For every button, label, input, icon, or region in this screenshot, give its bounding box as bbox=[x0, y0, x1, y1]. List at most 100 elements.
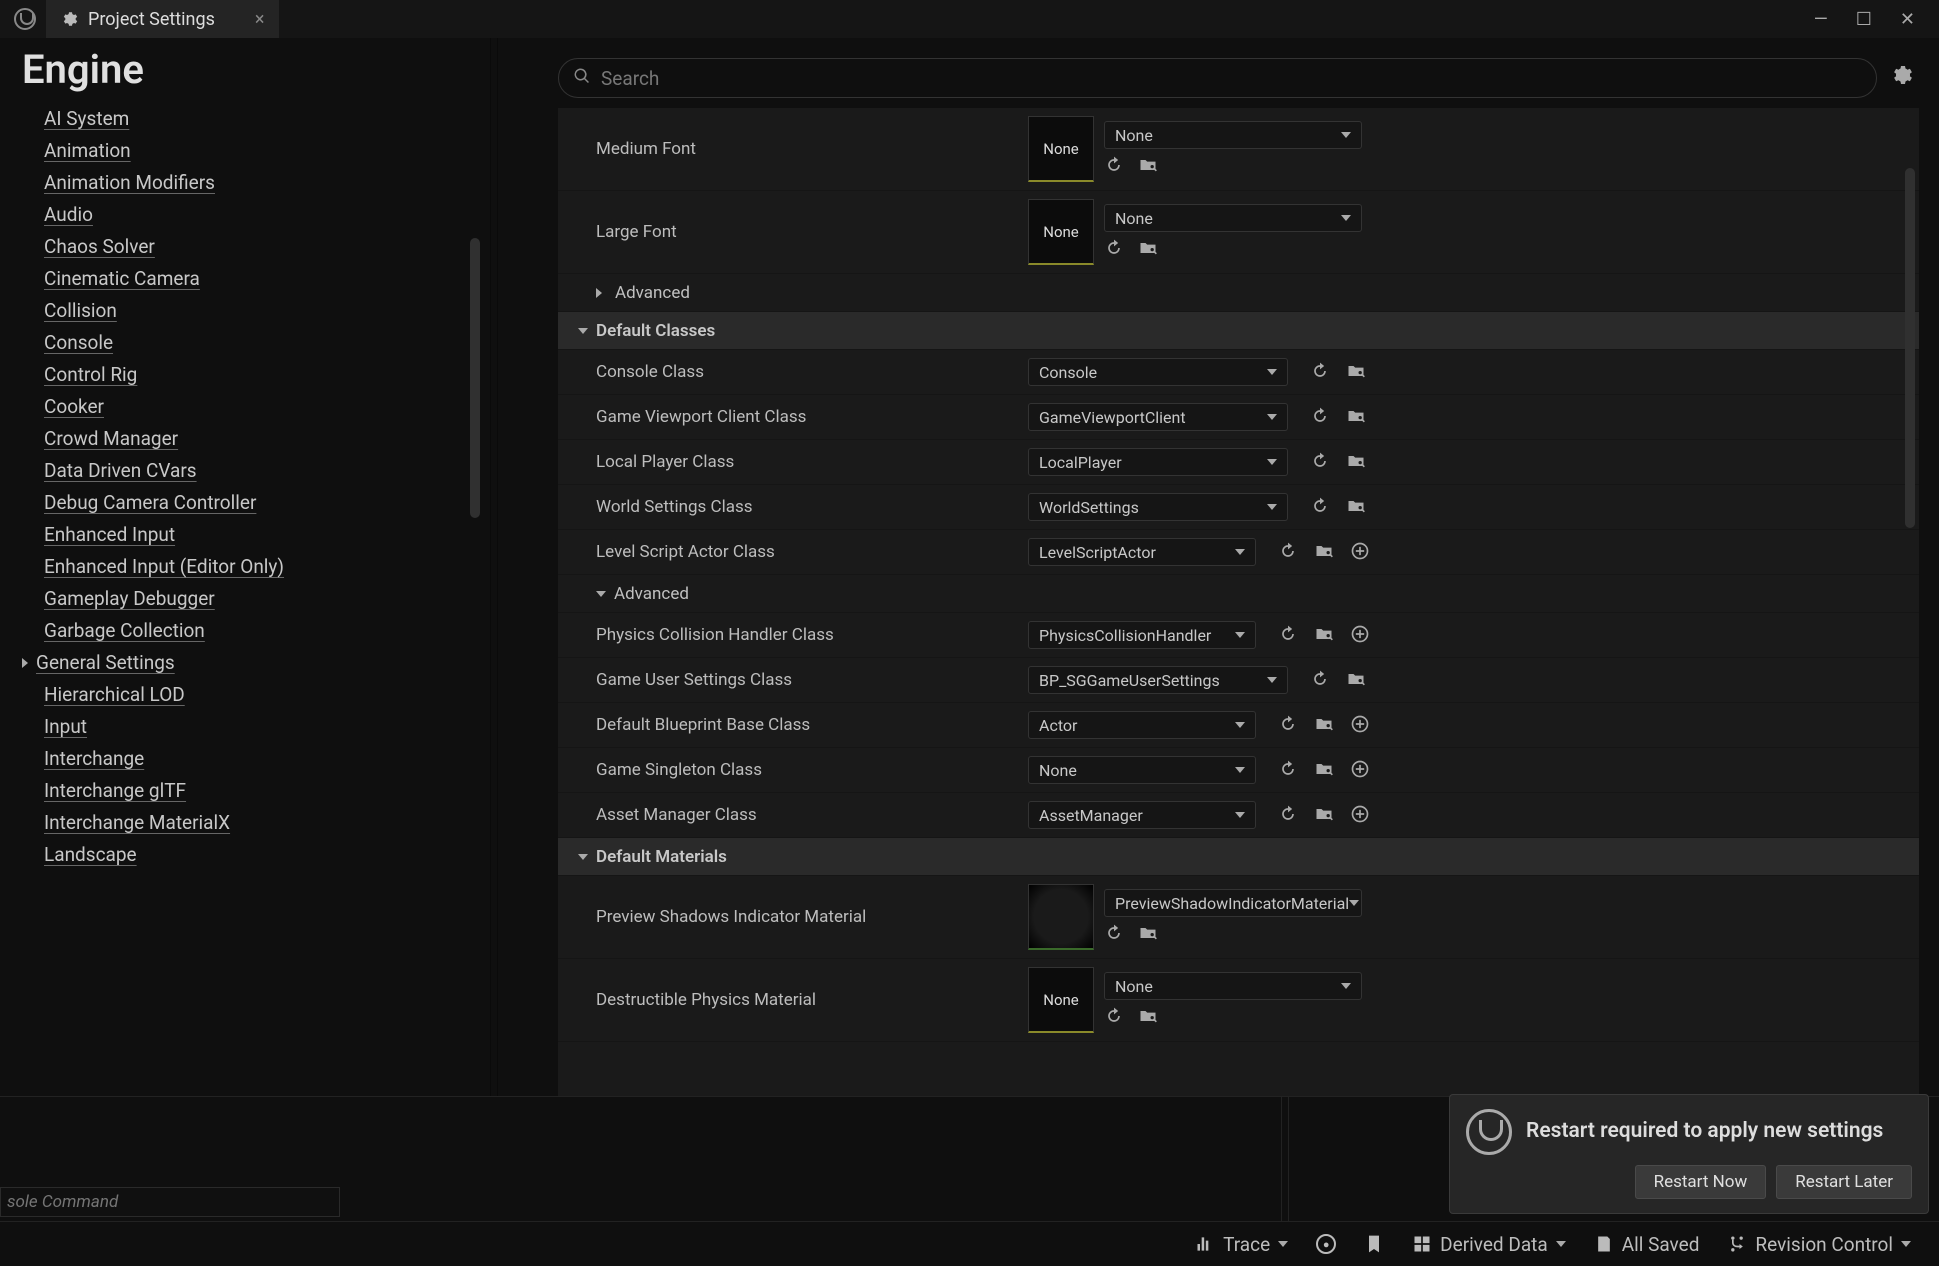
restart-later-button[interactable]: Restart Later bbox=[1776, 1165, 1912, 1199]
sidebar-item[interactable]: Interchange bbox=[44, 747, 490, 770]
browse-icon[interactable] bbox=[1346, 669, 1368, 691]
sidebar-item[interactable]: Audio bbox=[44, 203, 490, 226]
browse-icon[interactable] bbox=[1346, 361, 1368, 383]
class-dropdown[interactable]: WorldSettings bbox=[1028, 493, 1288, 521]
reset-icon[interactable] bbox=[1310, 451, 1332, 473]
panel-scrollbar[interactable] bbox=[1905, 168, 1915, 528]
sidebar-item[interactable]: Debug Camera Controller bbox=[44, 491, 490, 514]
sidebar-item[interactable]: General Settings bbox=[44, 651, 490, 674]
asset-thumbnail[interactable]: None bbox=[1028, 967, 1094, 1033]
console-command-input[interactable] bbox=[0, 1187, 340, 1217]
sidebar-item[interactable]: Input bbox=[44, 715, 490, 738]
sidebar-item[interactable]: Enhanced Input bbox=[44, 523, 490, 546]
sidebar-item[interactable]: Interchange MaterialX bbox=[44, 811, 490, 834]
add-icon[interactable] bbox=[1350, 714, 1372, 736]
section-default-materials[interactable]: Default Materials bbox=[558, 838, 1919, 876]
reset-icon[interactable] bbox=[1104, 238, 1126, 260]
sidebar-item[interactable]: Interchange glTF bbox=[44, 779, 490, 802]
class-dropdown[interactable]: LocalPlayer bbox=[1028, 448, 1288, 476]
add-icon[interactable] bbox=[1350, 541, 1372, 563]
sidebar-item[interactable]: Control Rig bbox=[44, 363, 490, 386]
search-box[interactable] bbox=[558, 58, 1877, 98]
browse-icon[interactable] bbox=[1138, 923, 1160, 945]
browse-icon[interactable] bbox=[1138, 238, 1160, 260]
browse-icon[interactable] bbox=[1346, 451, 1368, 473]
sidebar-item[interactable]: Chaos Solver bbox=[44, 235, 490, 258]
asset-thumbnail[interactable]: None bbox=[1028, 199, 1094, 265]
class-dropdown[interactable]: GameViewportClient bbox=[1028, 403, 1288, 431]
browse-icon[interactable] bbox=[1138, 155, 1160, 177]
add-icon[interactable] bbox=[1350, 624, 1372, 646]
sidebar-item[interactable]: Garbage Collection bbox=[44, 619, 490, 642]
browse-icon[interactable] bbox=[1346, 406, 1368, 428]
sidebar-item[interactable]: AI System bbox=[44, 107, 490, 130]
reset-icon[interactable] bbox=[1104, 1006, 1126, 1028]
revision-control-button[interactable]: Revision Control bbox=[1727, 1233, 1911, 1256]
browse-icon[interactable] bbox=[1314, 541, 1336, 563]
class-dropdown[interactable]: LevelScriptActor bbox=[1028, 538, 1256, 566]
sidebar-item[interactable]: Cooker bbox=[44, 395, 490, 418]
class-dropdown[interactable]: None bbox=[1028, 756, 1256, 784]
reset-icon[interactable] bbox=[1104, 155, 1126, 177]
asset-dropdown[interactable]: None bbox=[1104, 204, 1362, 232]
sidebar-item[interactable]: Data Driven CVars bbox=[44, 459, 490, 482]
trace-button[interactable]: Trace bbox=[1195, 1233, 1288, 1256]
reset-icon[interactable] bbox=[1310, 406, 1332, 428]
sidebar-item[interactable]: Animation Modifiers bbox=[44, 171, 490, 194]
reset-icon[interactable] bbox=[1278, 624, 1300, 646]
asset-dropdown[interactable]: None bbox=[1104, 121, 1362, 149]
asset-dropdown[interactable]: None bbox=[1104, 972, 1362, 1000]
sidebar-item[interactable]: Cinematic Camera bbox=[44, 267, 490, 290]
browse-icon[interactable] bbox=[1346, 496, 1368, 518]
derived-data-button[interactable]: Derived Data bbox=[1412, 1233, 1566, 1256]
browse-icon[interactable] bbox=[1138, 1006, 1160, 1028]
asset-thumbnail[interactable]: None bbox=[1028, 116, 1094, 182]
browse-icon[interactable] bbox=[1314, 759, 1336, 781]
sidebar-item[interactable]: Animation bbox=[44, 139, 490, 162]
sidebar-item[interactable]: Enhanced Input (Editor Only) bbox=[44, 555, 490, 578]
search-input[interactable] bbox=[601, 67, 1862, 90]
asset-dropdown[interactable]: PreviewShadowIndicatorMaterial bbox=[1104, 889, 1362, 917]
tab-project-settings[interactable]: Project Settings × bbox=[46, 0, 279, 38]
sidebar-item[interactable]: Console bbox=[44, 331, 490, 354]
sidebar-item[interactable]: Crowd Manager bbox=[44, 427, 490, 450]
advanced-toggle[interactable]: Advanced bbox=[558, 274, 1919, 312]
class-dropdown[interactable]: PhysicsCollisionHandler bbox=[1028, 621, 1256, 649]
restart-now-button[interactable]: Restart Now bbox=[1635, 1165, 1767, 1199]
class-dropdown[interactable]: BP_SGGameUserSettings bbox=[1028, 666, 1288, 694]
class-dropdown[interactable]: Console bbox=[1028, 358, 1288, 386]
sidebar-item[interactable]: Landscape bbox=[44, 843, 490, 866]
reset-icon[interactable] bbox=[1310, 669, 1332, 691]
asset-thumbnail[interactable] bbox=[1028, 884, 1094, 950]
class-dropdown[interactable]: Actor bbox=[1028, 711, 1256, 739]
browse-icon[interactable] bbox=[1314, 714, 1336, 736]
all-saved-button[interactable]: All Saved bbox=[1594, 1233, 1700, 1256]
sidebar-scrollbar[interactable] bbox=[470, 238, 480, 518]
reset-icon[interactable] bbox=[1278, 759, 1300, 781]
reset-icon[interactable] bbox=[1310, 361, 1332, 383]
close-icon[interactable]: × bbox=[255, 9, 265, 30]
section-default-classes[interactable]: Default Classes bbox=[558, 312, 1919, 350]
maximize-button[interactable]: ☐ bbox=[1856, 9, 1872, 30]
reset-icon[interactable] bbox=[1278, 541, 1300, 563]
browse-icon[interactable] bbox=[1314, 624, 1336, 646]
add-icon[interactable] bbox=[1350, 804, 1372, 826]
class-dropdown[interactable]: AssetManager bbox=[1028, 801, 1256, 829]
reset-icon[interactable] bbox=[1104, 923, 1126, 945]
sidebar-item[interactable]: Hierarchical LOD bbox=[44, 683, 490, 706]
add-icon[interactable] bbox=[1350, 759, 1372, 781]
sidebar-item[interactable]: Gameplay Debugger bbox=[44, 587, 490, 610]
reset-icon[interactable] bbox=[1310, 496, 1332, 518]
reset-icon[interactable] bbox=[1278, 714, 1300, 736]
bookmark-button[interactable] bbox=[1364, 1234, 1384, 1254]
bottom-splitter[interactable] bbox=[1281, 1097, 1289, 1221]
record-icon[interactable]: ● bbox=[1316, 1234, 1336, 1254]
sidebar-item[interactable]: Collision bbox=[44, 299, 490, 322]
settings-gear-button[interactable] bbox=[1889, 63, 1919, 93]
browse-icon[interactable] bbox=[1314, 804, 1336, 826]
advanced-toggle[interactable]: Advanced bbox=[558, 575, 1919, 613]
close-button[interactable]: ✕ bbox=[1900, 9, 1915, 30]
reset-icon[interactable] bbox=[1278, 804, 1300, 826]
minimize-button[interactable]: — bbox=[1814, 9, 1828, 30]
vertical-splitter[interactable] bbox=[490, 38, 498, 1096]
